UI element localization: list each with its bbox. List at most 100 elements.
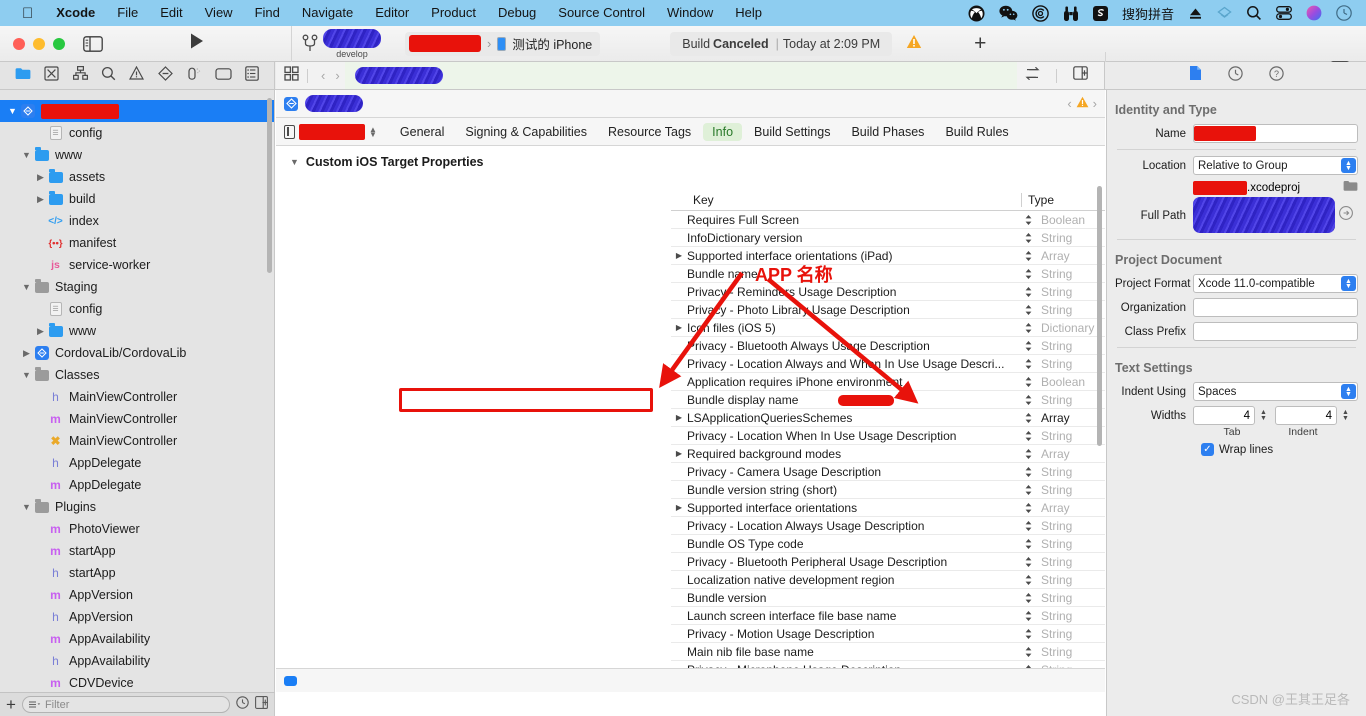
- indent-width-stepper[interactable]: ▲ ▼: [1339, 406, 1352, 425]
- quick-help-inspector-icon[interactable]: ?: [1268, 65, 1284, 86]
- toggle-navigator-icon[interactable]: [83, 35, 103, 52]
- control-center-icon[interactable]: [1276, 6, 1292, 20]
- target-stepper-icon[interactable]: ▲ ▼: [369, 125, 377, 138]
- type-stepper[interactable]: [1021, 430, 1035, 442]
- plist-key-cell[interactable]: Localization native development region: [671, 573, 1021, 587]
- file-tree-row[interactable]: ▼: [0, 100, 274, 122]
- editor-scrollbar[interactable]: [1097, 186, 1102, 446]
- plist-key-cell[interactable]: Requires Full Screen: [671, 213, 1021, 227]
- plist-row[interactable]: Launch screen interface file base name St…: [671, 607, 1105, 625]
- type-stepper[interactable]: [1021, 412, 1035, 424]
- plist-type-cell[interactable]: String: [1035, 303, 1105, 317]
- file-tree-row[interactable]: h AppDelegate: [0, 452, 274, 474]
- file-tree-row[interactable]: ▼ Plugins: [0, 496, 274, 518]
- plist-row[interactable]: Privacy - Bluetooth Peripheral Usage Des…: [671, 553, 1105, 571]
- indent-width-field[interactable]: 4: [1275, 406, 1337, 425]
- plist-type-cell[interactable]: String: [1035, 429, 1105, 443]
- plist-key-cell[interactable]: ▶ Supported interface orientations: [671, 501, 1021, 515]
- plist-row[interactable]: ▶Supported interface orientationsArray(2…: [671, 499, 1105, 517]
- type-stepper[interactable]: [1021, 340, 1035, 352]
- plist-row[interactable]: ▶Required background modesArray(1 item): [671, 445, 1105, 463]
- plist-row[interactable]: Privacy - Reminders Usage Description Str…: [671, 283, 1105, 301]
- plist-key-cell[interactable]: Main nib file base name: [671, 645, 1021, 659]
- source-control-filter-icon[interactable]: [255, 695, 268, 714]
- plist-type-cell[interactable]: String: [1035, 591, 1105, 605]
- close-button[interactable]: [13, 37, 25, 50]
- file-tree-row[interactable]: m MainViewController: [0, 408, 274, 430]
- warning-badge-icon[interactable]: [1076, 95, 1089, 113]
- file-inspector-icon[interactable]: [1189, 65, 1202, 86]
- plist-type-cell[interactable]: Array: [1035, 501, 1105, 515]
- plist-row[interactable]: ▶ Supported interface orientations (iPad)…: [671, 247, 1105, 265]
- add-editor-button[interactable]: +: [974, 33, 986, 54]
- row-disclosure-icon[interactable]: ▶: [671, 251, 687, 260]
- plist-type-cell[interactable]: Array: [1035, 447, 1105, 461]
- wechat-icon[interactable]: [999, 5, 1018, 21]
- choose-folder-icon[interactable]: [1343, 180, 1358, 195]
- siri-icon[interactable]: [1306, 5, 1322, 21]
- location-popup-arrow-icon[interactable]: ▲ ▼: [1341, 158, 1356, 173]
- plist-type-cell[interactable]: String: [1035, 339, 1105, 353]
- build-status-bar[interactable]: Build Canceled | Today at 2:09 PM: [670, 31, 893, 56]
- plist-key-cell[interactable]: Privacy - Motion Usage Description: [671, 627, 1021, 641]
- file-tree-row[interactable]: ▶ www: [0, 320, 274, 342]
- organization-field[interactable]: [1193, 298, 1358, 317]
- plist-row[interactable]: ▶LSApplicationQueriesSchemesArray(1 item…: [671, 409, 1105, 427]
- file-tree-row[interactable]: ☰ config: [0, 122, 274, 144]
- file-tree-row[interactable]: h AppAvailability: [0, 650, 274, 672]
- type-stepper[interactable]: [1021, 592, 1035, 604]
- plist-key-cell[interactable]: Privacy - Bluetooth Always Usage Descrip…: [671, 339, 1021, 353]
- plist-row[interactable]: Privacy - Location When In Use Usage Des…: [671, 427, 1105, 445]
- plist-type-cell[interactable]: String: [1035, 285, 1105, 299]
- plist-key-cell[interactable]: ▶ Required background modes: [671, 447, 1021, 461]
- menu-item-help[interactable]: Help: [724, 0, 773, 26]
- plist-row[interactable]: Bundle version string (short)String1.3.4: [671, 481, 1105, 499]
- row-disclosure-icon[interactable]: ▶: [671, 503, 687, 512]
- type-stepper[interactable]: [1021, 448, 1035, 460]
- disclosure-triangle-icon[interactable]: ▶: [34, 326, 47, 337]
- xbox-icon[interactable]: [968, 5, 985, 22]
- warning-icon[interactable]: [906, 34, 922, 54]
- file-tree-row[interactable]: js service-worker: [0, 254, 274, 276]
- plist-row[interactable]: Bundle versionString1.3.4: [671, 589, 1105, 607]
- disclosure-triangle-icon[interactable]: ▼: [6, 106, 19, 116]
- target-selector[interactable]: ▲ ▼: [284, 123, 377, 140]
- disclosure-triangle-icon[interactable]: ▼: [20, 502, 33, 512]
- custom-ios-target-properties-header[interactable]: ▼ Custom iOS Target Properties: [276, 146, 1105, 177]
- plist-type-cell[interactable]: String: [1035, 573, 1105, 587]
- file-tree-row[interactable]: ▼ www: [0, 144, 274, 166]
- plist-key-cell[interactable]: Privacy - Bluetooth Peripheral Usage Des…: [671, 555, 1021, 569]
- menu-item-window[interactable]: Window: [656, 0, 724, 26]
- type-stepper[interactable]: [1021, 214, 1035, 226]
- binoculars-icon[interactable]: [1063, 5, 1079, 22]
- plist-type-cell[interactable]: String: [1035, 231, 1105, 245]
- tab-build-settings[interactable]: Build Settings: [745, 123, 839, 141]
- plist-key-cell[interactable]: Bundle version string (short): [671, 483, 1021, 497]
- input-method-label[interactable]: 搜狗拼音: [1122, 4, 1174, 23]
- creative-cloud-icon[interactable]: [1032, 4, 1049, 22]
- plist-row[interactable]: Privacy - Photo Library Usage Descriptio…: [671, 301, 1105, 319]
- plist-row[interactable]: Bundle OS Type codeStringAPPL: [671, 535, 1105, 553]
- debug-navigator-icon[interactable]: [186, 66, 201, 86]
- file-tree-row[interactable]: ▼ Classes: [0, 364, 274, 386]
- tab-width-stepper[interactable]: ▲ ▼: [1257, 406, 1270, 425]
- plist-type-cell[interactable]: Boolean: [1035, 375, 1105, 389]
- menu-item-find[interactable]: Find: [244, 0, 291, 26]
- clock-icon[interactable]: [1336, 5, 1352, 21]
- menu-item-edit[interactable]: Edit: [149, 0, 193, 26]
- tab-next-icon[interactable]: ›: [1093, 96, 1097, 111]
- indent-using-select[interactable]: Spaces ▲ ▼: [1193, 382, 1358, 401]
- column-header-type[interactable]: Type: [1021, 192, 1105, 207]
- source-control-icon[interactable]: [44, 65, 59, 86]
- plist-type-cell[interactable]: String: [1035, 537, 1105, 551]
- menu-item-editor[interactable]: Editor: [364, 0, 420, 26]
- full-path-value-wrap[interactable]: [1193, 197, 1358, 233]
- chevron-down-icon[interactable]: ▼: [290, 157, 299, 167]
- plist-key-cell[interactable]: Bundle OS Type code: [671, 537, 1021, 551]
- file-tree-row[interactable]: h startApp: [0, 562, 274, 584]
- indent-using-popup-arrow-icon[interactable]: ▲ ▼: [1341, 384, 1356, 399]
- plist-type-cell[interactable]: String: [1035, 609, 1105, 623]
- type-stepper[interactable]: [1021, 286, 1035, 298]
- reveal-in-finder-icon[interactable]: [1339, 205, 1353, 225]
- plist-key-cell[interactable]: Privacy - Camera Usage Description: [671, 465, 1021, 479]
